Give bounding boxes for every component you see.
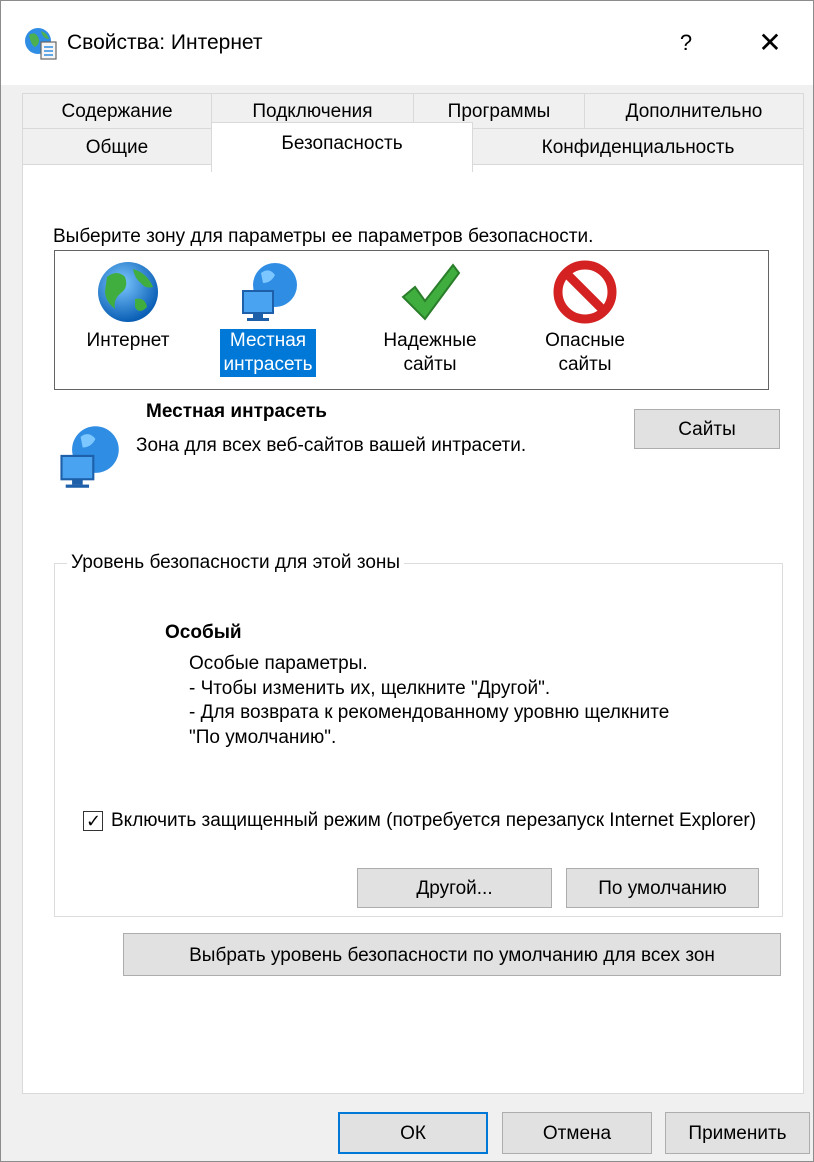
tab-general[interactable]: Общие bbox=[22, 128, 212, 165]
apply-button[interactable]: Применить bbox=[665, 1112, 810, 1154]
zone-trusted-sites[interactable]: Надежные сайты bbox=[365, 251, 495, 377]
selected-zone-description: Зона для всех веб-сайтов вашей интрасети… bbox=[136, 435, 527, 456]
cancel-button[interactable]: Отмена bbox=[502, 1112, 652, 1154]
prohibited-icon bbox=[553, 260, 617, 324]
internet-options-icon bbox=[25, 28, 57, 60]
zone-list[interactable]: Интернет Местная интрасеть Надежные сайты bbox=[54, 250, 769, 390]
intranet-icon bbox=[60, 426, 119, 488]
security-level-group: Уровень безопасности для этой зоны Особы… bbox=[54, 552, 783, 917]
reset-all-zones-button[interactable]: Выбрать уровень безопасности по умолчани… bbox=[123, 933, 781, 976]
tab-content[interactable]: Содержание bbox=[22, 93, 212, 129]
title-bar[interactable]: Свойства: Интернет ? ✕ bbox=[1, 1, 813, 85]
close-button[interactable]: ✕ bbox=[735, 15, 805, 71]
zone-trusted-sites-label: Надежные сайты bbox=[383, 330, 477, 375]
globe-icon bbox=[98, 262, 158, 322]
security-level-description: Особые параметры. - Чтобы изменить их, щ… bbox=[189, 653, 670, 748]
help-button[interactable]: ? bbox=[651, 15, 721, 71]
zone-internet-label: Интернет bbox=[86, 330, 170, 351]
protected-mode-label[interactable]: Включить защищенный режим (потребуется п… bbox=[111, 808, 791, 834]
checkmark-icon: ✓ bbox=[86, 811, 102, 831]
sites-button[interactable]: Сайты bbox=[634, 409, 780, 449]
internet-properties-dialog: Свойства: Интернет ? ✕ Содержание Подклю… bbox=[0, 0, 814, 1162]
tab-security[interactable]: Безопасность bbox=[211, 122, 473, 172]
selected-zone-title: Местная интрасеть bbox=[146, 401, 327, 422]
zone-prompt: Выберите зону для параметры ее параметро… bbox=[53, 226, 594, 247]
zone-restricted-sites-label: Опасные сайты bbox=[545, 330, 625, 375]
checkmark-icon bbox=[401, 263, 461, 321]
zone-local-intranet[interactable]: Местная интрасеть bbox=[203, 251, 333, 377]
custom-level-button[interactable]: Другой... bbox=[357, 868, 552, 908]
ok-button[interactable]: ОК bbox=[338, 1112, 488, 1154]
zone-restricted-sites[interactable]: Опасные сайты bbox=[520, 251, 650, 377]
security-tab-panel: Выберите зону для параметры ее параметро… bbox=[22, 164, 804, 1094]
zone-local-intranet-label: Местная интрасеть bbox=[219, 329, 317, 377]
protected-mode-checkbox[interactable]: ✓ bbox=[83, 811, 103, 831]
tab-advanced[interactable]: Дополнительно bbox=[584, 93, 804, 129]
intranet-icon bbox=[242, 263, 297, 321]
security-level-group-label: Уровень безопасности для этой зоны bbox=[67, 552, 405, 574]
tab-privacy[interactable]: Конфиденциальность bbox=[472, 128, 804, 165]
default-level-button[interactable]: По умолчанию bbox=[566, 868, 759, 908]
security-level-title: Особый bbox=[165, 622, 242, 643]
window-title: Свойства: Интернет bbox=[67, 31, 263, 54]
zone-internet[interactable]: Интернет bbox=[63, 251, 193, 353]
